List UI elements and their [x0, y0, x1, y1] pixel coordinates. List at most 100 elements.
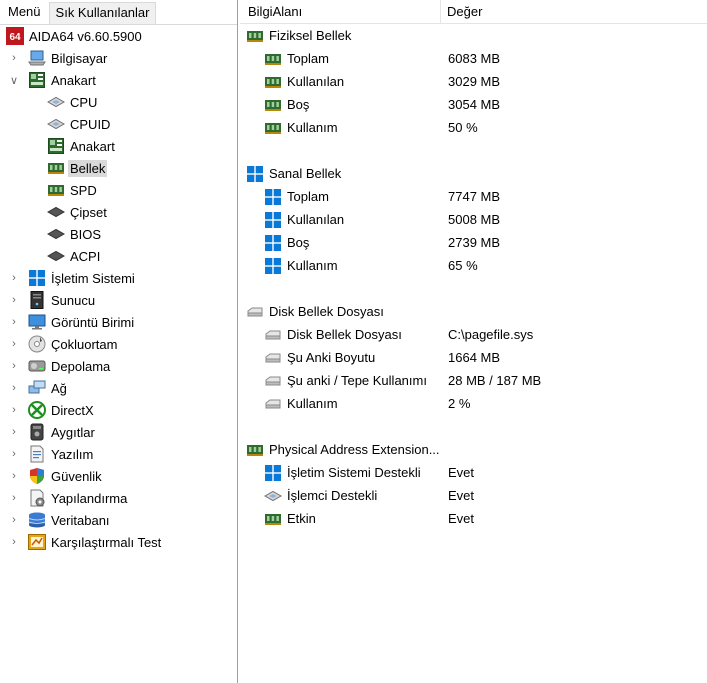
- tree-item-cpuid[interactable]: CPUID: [0, 113, 237, 135]
- tab-menu[interactable]: Menü: [2, 2, 47, 24]
- tree-item-label: İşletim Sistemi: [51, 270, 135, 286]
- memory-icon: [264, 50, 282, 68]
- chevron-right-icon[interactable]: ›: [8, 514, 20, 526]
- memory-icon: [47, 159, 65, 177]
- tree-item--ipset[interactable]: Çipset: [0, 201, 237, 223]
- detail-row[interactable]: Boş 3054 MB: [240, 93, 707, 116]
- details-list: Fiziksel Bellek Toplam 6083 MB Kullanılan 30…: [240, 24, 707, 530]
- tree-item-label: Veritabanı: [51, 512, 110, 528]
- tree-item-bellek[interactable]: Bellek: [0, 157, 237, 179]
- chevron-right-icon[interactable]: ›: [8, 404, 20, 416]
- tree-item-directx[interactable]: › DirectX: [0, 399, 237, 421]
- detail-row[interactable]: İşlemci Destekli Evet: [240, 484, 707, 507]
- app-title: AIDA64 v6.60.5900: [29, 28, 142, 44]
- field-value: 3054 MB: [448, 97, 501, 112]
- field-value: 7747 MB: [448, 189, 501, 204]
- field-label: Boş: [287, 235, 310, 250]
- field-value: 2739 MB: [448, 235, 501, 250]
- tree-item-anakart[interactable]: ∨ Anakart: [0, 69, 237, 91]
- tree-item-label: Çipset: [70, 204, 107, 220]
- tree-item-a-[interactable]: › Ağ: [0, 377, 237, 399]
- chevron-right-icon[interactable]: ›: [8, 448, 20, 460]
- detail-row[interactable]: Kullanım 2 %: [240, 392, 707, 415]
- tree-item-g-r-nt-birimi[interactable]: › Görüntü Birimi: [0, 311, 237, 333]
- memory-icon: [47, 181, 65, 199]
- chipset-icon: [47, 247, 65, 265]
- chevron-right-icon[interactable]: ›: [8, 426, 20, 438]
- tree-item-bilgisayar[interactable]: › Bilgisayar: [0, 47, 237, 69]
- chevron-right-icon[interactable]: ›: [8, 52, 20, 64]
- chevron-right-icon[interactable]: ›: [8, 492, 20, 504]
- field-value: 28 MB / 187 MB: [448, 373, 542, 388]
- detail-row[interactable]: Toplam 6083 MB: [240, 47, 707, 70]
- tree-item-g-venlik[interactable]: › Güvenlik: [0, 465, 237, 487]
- chevron-right-icon[interactable]: ›: [8, 360, 20, 372]
- motherboard-icon: [28, 71, 46, 89]
- tree-item-kar-la-t-rmal-test[interactable]: › Karşılaştırmalı Test: [0, 531, 237, 553]
- tree-item-label: Çokluortam: [51, 336, 118, 352]
- column-header-value[interactable]: Değer: [441, 4, 482, 19]
- config-icon: [28, 489, 46, 507]
- windows-icon: [264, 257, 282, 275]
- tree-item-veritaban-[interactable]: › Veritabanı: [0, 509, 237, 531]
- tab-favorites[interactable]: Sık Kullanılanlar: [48, 2, 157, 24]
- cpu-chip-icon: [264, 487, 282, 505]
- tree-item-label: BIOS: [70, 226, 102, 242]
- group-header[interactable]: Fiziksel Bellek: [240, 24, 707, 47]
- tree-item-depolama[interactable]: › Depolama: [0, 355, 237, 377]
- tree-item-label: CPU: [70, 94, 98, 110]
- tree-item--okluortam[interactable]: › Çokluortam: [0, 333, 237, 355]
- chipset-icon: [47, 203, 65, 221]
- detail-row[interactable]: Kullanım 65 %: [240, 254, 707, 277]
- group-header[interactable]: Physical Address Extension...: [240, 438, 707, 461]
- detail-row[interactable]: İşletim Sistemi Destekli Evet: [240, 461, 707, 484]
- column-header-field[interactable]: BilgiAlanı: [240, 0, 441, 23]
- group-header[interactable]: Sanal Bellek: [240, 162, 707, 185]
- tree-item-ayg-tlar[interactable]: › Aygıtlar: [0, 421, 237, 443]
- cpu-chip-icon: [47, 93, 65, 111]
- field-label: Kullanılan: [287, 212, 345, 227]
- tree-item-yap-land-rma[interactable]: › Yapılandırma: [0, 487, 237, 509]
- field-value: 65 %: [448, 258, 478, 273]
- detail-row[interactable]: Disk Bellek Dosyası C:\pagefile.sys: [240, 323, 707, 346]
- memory-icon: [246, 441, 264, 459]
- chevron-right-icon[interactable]: ›: [8, 294, 20, 306]
- tree-item-bios[interactable]: BIOS: [0, 223, 237, 245]
- tree-item-spd[interactable]: SPD: [0, 179, 237, 201]
- field-label: Toplam: [287, 189, 329, 204]
- tree-item-yaz-l-m[interactable]: › Yazılım: [0, 443, 237, 465]
- column-header: BilgiAlanı Değer: [240, 0, 707, 24]
- app-root-item[interactable]: 64 AIDA64 v6.60.5900: [0, 25, 237, 47]
- detail-row[interactable]: Kullanılan 3029 MB: [240, 70, 707, 93]
- detail-row[interactable]: Şu anki / Tepe Kullanımı 28 MB / 187 MB: [240, 369, 707, 392]
- details-panel: BilgiAlanı Değer Fiziksel Bellek Toplam 60…: [240, 0, 707, 683]
- chevron-down-icon[interactable]: ∨: [8, 74, 20, 87]
- tree-item-label: ACPI: [70, 248, 101, 264]
- detail-row[interactable]: Kullanım 50 %: [240, 116, 707, 139]
- chevron-right-icon[interactable]: ›: [8, 382, 20, 394]
- tree-item-label: DirectX: [51, 402, 94, 418]
- tree-item-acpi[interactable]: ACPI: [0, 245, 237, 267]
- chevron-right-icon[interactable]: ›: [8, 272, 20, 284]
- field-label: Şu anki / Tepe Kullanımı: [287, 373, 427, 388]
- chevron-right-icon[interactable]: ›: [8, 536, 20, 548]
- tree-item-sunucu[interactable]: › Sunucu: [0, 289, 237, 311]
- detail-row[interactable]: Kullanılan 5008 MB: [240, 208, 707, 231]
- detail-row[interactable]: Şu Anki Boyutu 1664 MB: [240, 346, 707, 369]
- detail-row[interactable]: Etkin Evet: [240, 507, 707, 530]
- chevron-right-icon[interactable]: ›: [8, 338, 20, 350]
- tree-item-anakart[interactable]: Anakart: [0, 135, 237, 157]
- detail-row[interactable]: Boş 2739 MB: [240, 231, 707, 254]
- group-header[interactable]: Disk Bellek Dosyası: [240, 300, 707, 323]
- chevron-right-icon[interactable]: ›: [8, 470, 20, 482]
- tree-item-label: SPD: [70, 182, 97, 198]
- detail-row[interactable]: Toplam 7747 MB: [240, 185, 707, 208]
- memory-icon: [264, 119, 282, 137]
- database-icon: [28, 511, 46, 529]
- windows-icon: [264, 234, 282, 252]
- chevron-right-icon[interactable]: ›: [8, 316, 20, 328]
- tree-item-cpu[interactable]: CPU: [0, 91, 237, 113]
- group-title: Sanal Bellek: [269, 166, 342, 181]
- tree-item-i-letim-sistemi[interactable]: › İşletim Sistemi: [0, 267, 237, 289]
